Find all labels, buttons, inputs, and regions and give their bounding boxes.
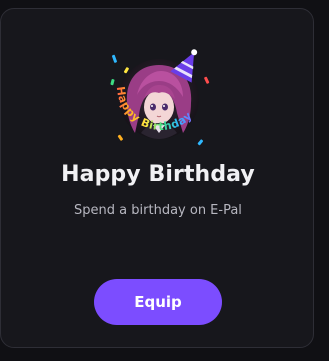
equip-button[interactable]: Equip (94, 279, 222, 325)
birthday-avatar-badge-icon: Happy Birthday (110, 49, 210, 146)
card-subtitle: Spend a birthday on E-Pal (74, 203, 242, 218)
birthday-badge: Happy Birthday (103, 43, 215, 155)
achievement-card: Happy Birthday Happy Birthday Spend a bi… (0, 8, 314, 348)
card-title: Happy Birthday (61, 162, 255, 187)
